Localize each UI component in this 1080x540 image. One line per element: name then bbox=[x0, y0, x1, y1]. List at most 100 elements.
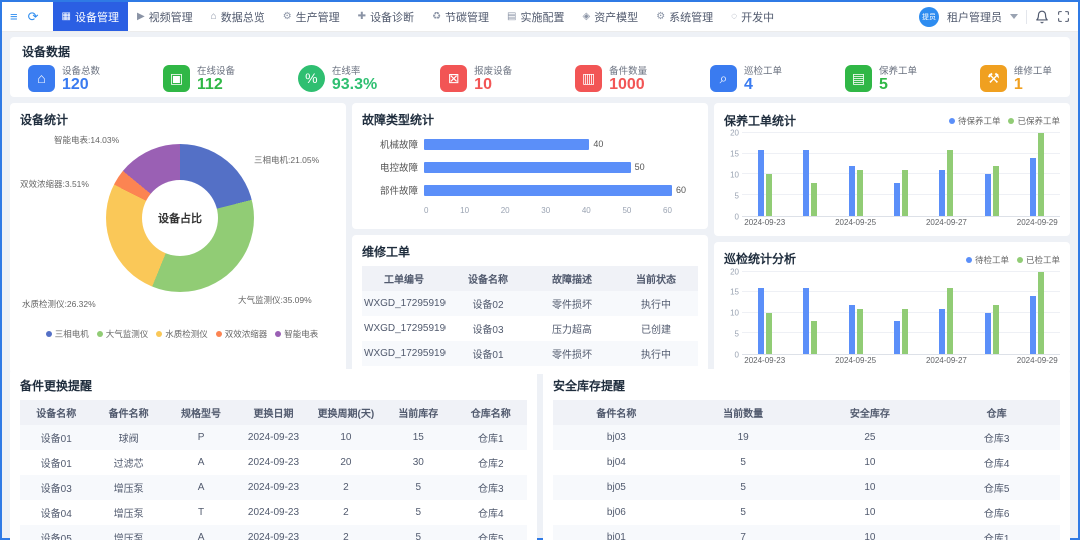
bar bbox=[766, 174, 772, 215]
legend-label: 大气监测仪 bbox=[106, 328, 149, 340]
table-row[interactable]: WXGD_17295919000设备03压力超高已创建 bbox=[362, 316, 698, 341]
table-row[interactable]: 设备03增压泵A2024-09-2325仓库3 bbox=[20, 475, 527, 500]
donut-ring: 设备占比 bbox=[106, 144, 254, 292]
legend-dot bbox=[275, 331, 281, 337]
table-cell: 5 bbox=[382, 500, 454, 525]
refresh-icon[interactable]: ⟳ bbox=[28, 9, 39, 25]
nav-tab[interactable]: ◈资产模型 bbox=[573, 2, 647, 31]
bar bbox=[939, 170, 945, 215]
table-row[interactable]: 设备04增压泵T2024-09-2325仓库4 bbox=[20, 500, 527, 525]
x-tick-label bbox=[969, 355, 1014, 366]
x-tick-label: 2024-09-23 bbox=[742, 217, 787, 228]
table-cell: 5 bbox=[382, 475, 454, 500]
tab-icon: ⚙ bbox=[283, 11, 292, 22]
nav-tab[interactable]: ▶ 视频管理 bbox=[128, 2, 202, 31]
inspection-order-icon: ⌕ bbox=[710, 65, 737, 92]
bar bbox=[849, 166, 855, 216]
collapse-menu-icon[interactable]: ≡ bbox=[10, 9, 18, 25]
kpi-card: ⊠报废设备10 bbox=[440, 63, 512, 94]
inspection-chart-panel: 巡检统计分析 待检工单已检工单 051015202024-09-232024-0… bbox=[714, 242, 1070, 375]
bar bbox=[993, 166, 999, 216]
table-row[interactable]: bj04510仓库4 bbox=[553, 450, 1060, 475]
table-cell: 设备02 bbox=[446, 291, 530, 316]
table-row[interactable]: 设备05增压泵A2024-09-2325仓库5 bbox=[20, 525, 527, 540]
online-device-icon: ▣ bbox=[163, 65, 190, 92]
bar bbox=[1038, 272, 1044, 355]
fault-bar-track: 40 bbox=[424, 139, 698, 150]
y-tick-label: 15 bbox=[730, 288, 739, 297]
axis-tick-label: 40 bbox=[582, 206, 591, 215]
legend-item[interactable]: 大气监测仪 bbox=[97, 328, 149, 340]
table-cell: 仓库1 bbox=[455, 425, 527, 450]
fault-bar-row: 电控故障50 bbox=[362, 160, 698, 174]
kpi-value: 10 bbox=[474, 77, 512, 94]
table-cell: A bbox=[165, 525, 237, 540]
nav-tab[interactable]: ▦设备管理 bbox=[53, 2, 128, 31]
table-cell: 仓库2 bbox=[455, 450, 527, 475]
nav-tab[interactable]: ⚙系统管理 bbox=[647, 2, 722, 31]
bar-group bbox=[1015, 272, 1060, 355]
table-cell: 增压泵 bbox=[92, 525, 164, 540]
legend-item[interactable]: 已检工单 bbox=[1017, 254, 1060, 266]
legend-item[interactable]: 双效浓缩器 bbox=[216, 328, 268, 340]
tab-label: 系统管理 bbox=[669, 9, 713, 25]
kpi-text: 保养工单5 bbox=[879, 63, 917, 94]
table-cell: 设备04 bbox=[20, 500, 92, 525]
table-cell: 零件损坏 bbox=[530, 291, 614, 316]
kpi-text: 报废设备10 bbox=[474, 63, 512, 94]
tab-icon: ▶ bbox=[137, 11, 145, 22]
legend-item[interactable]: 已保养工单 bbox=[1008, 115, 1060, 127]
table-row[interactable]: bj05510仓库5 bbox=[553, 475, 1060, 500]
nav-tab[interactable]: ▤实施配置 bbox=[498, 2, 573, 31]
table-header-cell: 当前状态 bbox=[614, 266, 698, 291]
table-row[interactable]: 设备01球阀P2024-09-231015仓库1 bbox=[20, 425, 527, 450]
bottom-row: 备件更换提醒 设备名称备件名称规格型号更换日期更换周期(天)当前库存仓库名称设备… bbox=[10, 369, 1070, 533]
nav-tab[interactable]: ◌开发中 bbox=[722, 2, 783, 31]
table-cell: 设备05 bbox=[20, 525, 92, 540]
legend-item[interactable]: 三相电机 bbox=[46, 328, 89, 340]
safety-stock-table: 备件名称当前数量安全库存仓库bj031925仓库3bj04510仓库4bj055… bbox=[553, 400, 1060, 540]
bell-icon[interactable] bbox=[1035, 10, 1049, 24]
nav-tab[interactable]: ⌂数据总览 bbox=[202, 2, 274, 31]
legend-item[interactable]: 水质检测仪 bbox=[156, 328, 208, 340]
y-tick-label: 15 bbox=[730, 149, 739, 158]
table-row[interactable]: bj031925仓库3 bbox=[553, 425, 1060, 450]
username[interactable]: 租户管理员 bbox=[947, 9, 1002, 25]
tab-label: 视频管理 bbox=[149, 9, 193, 25]
table-header-row: 备件名称当前数量安全库存仓库 bbox=[553, 400, 1060, 425]
table-header-cell: 仓库 bbox=[933, 400, 1060, 425]
avatar[interactable]: 提员 bbox=[919, 7, 939, 27]
table-row[interactable]: WXGD_17295919000设备01零件损坏执行中 bbox=[362, 341, 698, 366]
bar bbox=[947, 288, 953, 354]
chevron-down-icon[interactable] bbox=[1010, 14, 1018, 19]
tab-label: 数据总览 bbox=[221, 9, 265, 25]
nav-tab[interactable]: ⚙生产管理 bbox=[274, 2, 349, 31]
fault-value: 50 bbox=[635, 162, 645, 172]
kpi-card: ⌂设备总数120 bbox=[28, 63, 100, 94]
data-table: 工单编号设备名称故障描述当前状态WXGD_17295919000设备02零件损坏… bbox=[362, 266, 698, 366]
middle-column: 故障类型统计 机械故障40电控故障50部件故障60 0102030405060 … bbox=[352, 103, 708, 374]
legend-item[interactable]: 智能电表 bbox=[275, 328, 318, 340]
bar-groups bbox=[742, 272, 1060, 355]
table-cell: 仓库4 bbox=[933, 450, 1060, 475]
table-row[interactable]: bj01710仓库1 bbox=[553, 525, 1060, 540]
repair-orders-title: 维修工单 bbox=[362, 243, 698, 260]
table-cell: 压力超高 bbox=[530, 316, 614, 341]
table-row[interactable]: WXGD_17295919000设备02零件损坏执行中 bbox=[362, 291, 698, 316]
fullscreen-icon[interactable] bbox=[1057, 10, 1070, 23]
table-row[interactable]: bj06510仓库6 bbox=[553, 500, 1060, 525]
table-cell: A bbox=[165, 475, 237, 500]
tab-icon: ◈ bbox=[582, 11, 590, 22]
table-cell: 20 bbox=[310, 450, 382, 475]
fault-bar bbox=[424, 139, 589, 150]
table-row[interactable]: 设备01过滤芯A2024-09-232030仓库2 bbox=[20, 450, 527, 475]
nav-tab[interactable]: ✚设备诊断 bbox=[349, 2, 423, 31]
legend-item[interactable]: 待保养工单 bbox=[949, 115, 1001, 127]
table-cell: 2 bbox=[310, 500, 382, 525]
middle-row: 设备统计 设备占比 三相电机:21.05%大气监测仪:35.09%水质检测仪:2… bbox=[10, 103, 1070, 363]
legend-item[interactable]: 待检工单 bbox=[966, 254, 1009, 266]
y-tick-label: 0 bbox=[735, 212, 739, 221]
bar-groups bbox=[742, 133, 1060, 216]
legend-label: 水质检测仪 bbox=[165, 328, 208, 340]
nav-tab[interactable]: ♻节碳管理 bbox=[423, 2, 498, 31]
